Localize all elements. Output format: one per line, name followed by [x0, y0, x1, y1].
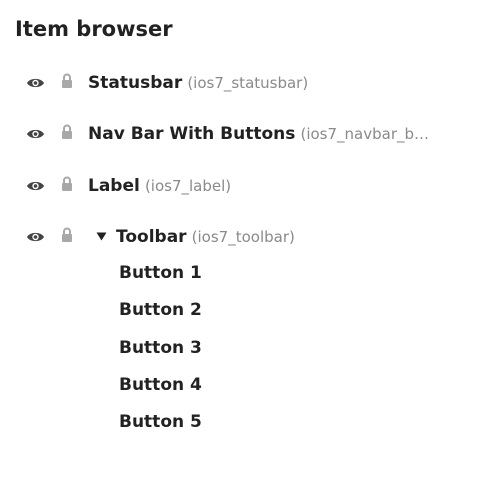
eye-icon[interactable]	[26, 76, 45, 90]
item-row-navbar[interactable]: Nav Bar With Buttons (ios7_navbar_b…	[0, 119, 500, 149]
item-row-label[interactable]: Label (ios7_label)	[0, 171, 500, 201]
eye-icon[interactable]	[26, 230, 45, 244]
item-label: Statusbar (ios7_statusbar)	[88, 71, 488, 95]
child-item-button-1[interactable]: Button 1	[119, 261, 202, 285]
lock-icon[interactable]	[61, 124, 73, 140]
item-id: (ios7_navbar_b…	[300, 125, 430, 143]
eye-icon[interactable]	[26, 179, 45, 193]
item-name: Toolbar	[116, 227, 187, 247]
panel-title: Item browser	[15, 17, 173, 41]
item-id: (ios7_toolbar)	[191, 228, 295, 246]
child-item-button-2[interactable]: Button 2	[119, 298, 202, 322]
item-name: Nav Bar With Buttons	[88, 124, 296, 144]
item-label: Label (ios7_label)	[88, 174, 488, 198]
child-item-button-3[interactable]: Button 3	[119, 336, 202, 360]
item-row-statusbar[interactable]: Statusbar (ios7_statusbar)	[0, 68, 500, 98]
item-label: Toolbar (ios7_toolbar)	[116, 225, 488, 249]
caret-down-icon[interactable]	[96, 232, 107, 241]
item-id: (ios7_statusbar)	[187, 74, 309, 92]
child-item-button-5[interactable]: Button 5	[119, 410, 202, 434]
item-row-toolbar[interactable]: Toolbar (ios7_toolbar)	[0, 222, 500, 252]
item-name: Statusbar	[88, 73, 183, 93]
lock-icon[interactable]	[61, 227, 73, 243]
item-id: (ios7_label)	[144, 177, 232, 195]
child-item-button-4[interactable]: Button 4	[119, 373, 202, 397]
item-label: Nav Bar With Buttons (ios7_navbar_b…	[88, 122, 488, 146]
item-name: Label	[88, 176, 140, 196]
lock-icon[interactable]	[61, 73, 73, 89]
eye-icon[interactable]	[26, 127, 45, 141]
lock-icon[interactable]	[61, 176, 73, 192]
